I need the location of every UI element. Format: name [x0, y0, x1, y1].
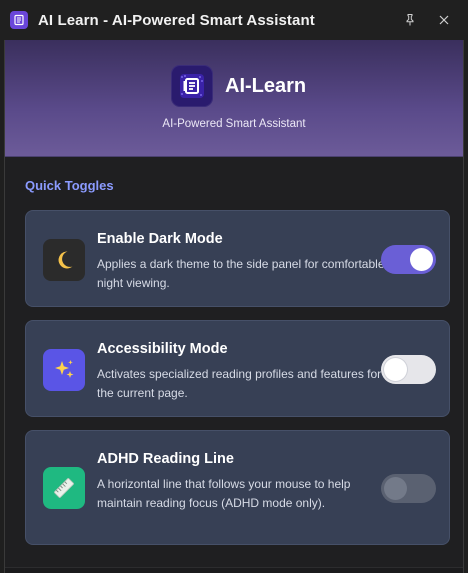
side-panel: AI-Learn AI-Powered Smart Assistant Quic… [4, 40, 464, 573]
brand: AI-Learn [171, 65, 306, 107]
header-banner: AI-Learn AI-Powered Smart Assistant [5, 40, 463, 157]
toggle-knob [384, 477, 407, 500]
app-logo-icon [10, 11, 28, 29]
moon-icon [43, 239, 85, 281]
toggle-title: Enable Dark Mode [97, 231, 223, 247]
close-icon[interactable] [430, 6, 458, 34]
toggle-knob [410, 248, 433, 271]
ruler-icon [43, 467, 85, 509]
window-titlebar: AI Learn - AI-Powered Smart Assistant [0, 0, 468, 40]
panel-bottom-edge [5, 567, 463, 573]
toggle-description: Activates specialized reading profiles a… [97, 367, 382, 400]
toggle-card-adhd-reading-line: ADHD Reading Line A horizontal line that… [25, 430, 450, 545]
adhd-reading-line-toggle[interactable] [381, 474, 436, 503]
toggle-description: A horizontal line that follows your mous… [97, 477, 351, 510]
toggle-card-accessibility-mode: Accessibility Mode Activates specialized… [25, 320, 450, 417]
sparkles-icon [43, 349, 85, 391]
ai-learn-logo-icon [171, 65, 213, 107]
toggle-description: Applies a dark theme to the side panel f… [97, 257, 385, 290]
tagline: AI-Powered Smart Assistant [162, 118, 306, 130]
toggle-knob [384, 358, 407, 381]
dark-mode-toggle[interactable] [381, 245, 436, 274]
window-title: AI Learn - AI-Powered Smart Assistant [38, 11, 315, 29]
brand-name: AI-Learn [225, 74, 307, 97]
toggle-title: Accessibility Mode [97, 341, 228, 357]
pin-icon[interactable] [396, 6, 424, 34]
section-title-quick-toggles: Quick Toggles [25, 178, 114, 193]
toggle-card-dark-mode: Enable Dark Mode Applies a dark theme to… [25, 210, 450, 307]
toggle-title: ADHD Reading Line [97, 451, 234, 467]
accessibility-mode-toggle[interactable] [381, 355, 436, 384]
